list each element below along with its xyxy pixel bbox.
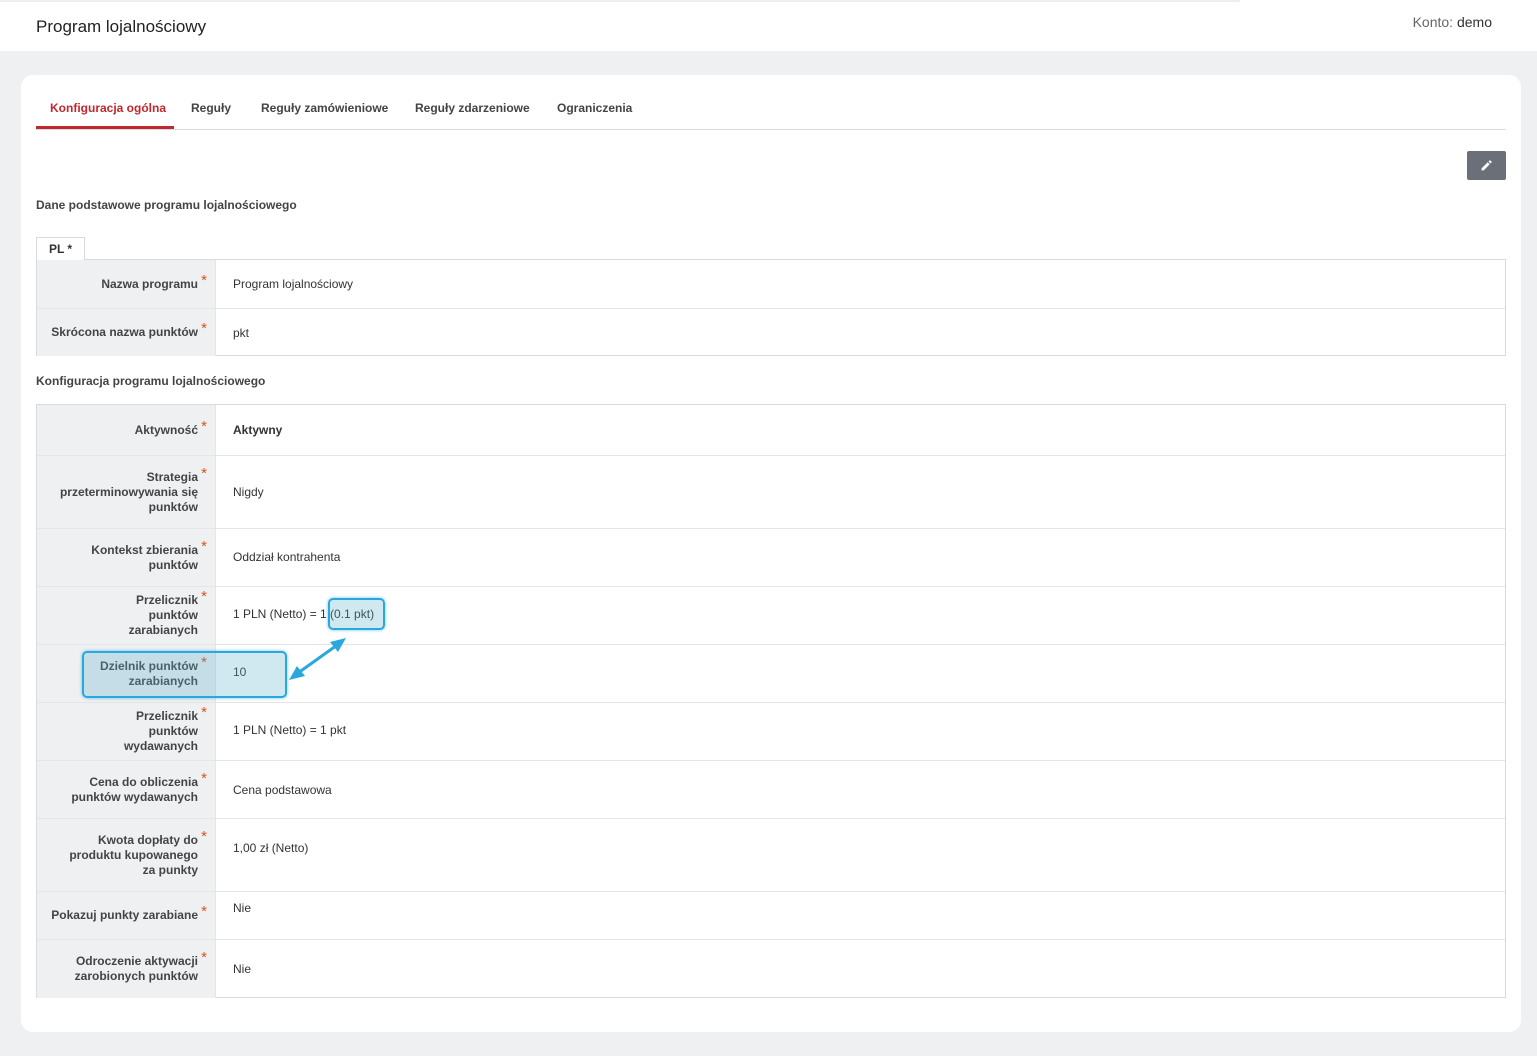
show-earned-points-value: Nie (233, 901, 252, 915)
spent-points-ratio-value: 1 PLN (Netto) = 1 pkt (233, 723, 347, 737)
spent-points-price-value: Cena podstawowa (233, 783, 332, 797)
form-row: Strategia przeterminowywania się punktów… (37, 455, 1505, 528)
field-label: Cena do obliczenia punktów wydawanych * (37, 761, 216, 818)
tab-order-rules[interactable]: Reguły zamówieniowe (261, 101, 388, 115)
config-table: Aktywność * Aktywny Strategia przetermino… (36, 404, 1506, 998)
form-row: Odroczenie aktywacji zarobionych punktów… (37, 939, 1505, 998)
earned-points-divisor-value: 10 (233, 665, 247, 679)
field-label: Kontekst zbierania punktów * (37, 529, 216, 586)
basic-data-table: Nazwa programu * Program lojalnościowy Sk… (36, 259, 1506, 356)
active-tab-indicator (36, 126, 174, 129)
language-tab-pl[interactable]: PL * (36, 237, 85, 260)
expiry-strategy-value: Nigdy (233, 485, 264, 499)
form-row: Nazwa programu * Program lojalnościowy (37, 260, 1505, 308)
form-row: Aktywność * Aktywny (37, 405, 1505, 455)
surcharge-value: 1,00 zł (Netto) (233, 841, 309, 855)
field-label: Nazwa programu * (37, 260, 216, 308)
field-label: Aktywność * (37, 405, 216, 455)
tab-rules[interactable]: Reguły (191, 101, 231, 115)
basic-section-title: Dane podstawowe programu lojalnościowego (36, 198, 297, 212)
form-row: Przelicznik punktów wydawanych * 1 PLN (N… (37, 702, 1505, 760)
field-label: Skrócona nazwa punktów * (37, 309, 216, 356)
tab-limits[interactable]: Ograniczenia (557, 101, 632, 115)
field-label: Odroczenie aktywacji zarobionych punktów… (37, 940, 216, 998)
main-card: Konfiguracja ogólna Reguły Reguły zamówi… (21, 75, 1521, 1032)
tab-general-config[interactable]: Konfiguracja ogólna (50, 101, 166, 115)
earned-points-highlight: (0.1 pkt) (330, 607, 375, 621)
top-divider (0, 0, 1240, 2)
activity-value: Aktywny (233, 423, 283, 437)
tab-event-rules[interactable]: Reguły zdarzeniowe (415, 101, 530, 115)
account-name: demo (1456, 14, 1492, 30)
form-row: Kontekst zbierania punktów * Oddział kont… (37, 528, 1505, 586)
field-label: Strategia przeterminowywania się punktów… (37, 456, 216, 528)
pencil-icon (1481, 160, 1492, 171)
activation-delay-value: Nie (233, 962, 252, 976)
field-label: Przelicznik punktów zarabianych * (37, 587, 216, 644)
top-bar: Program lojalnościowy Konto: demo (0, 0, 1537, 51)
program-name-value: Program lojalnościowy (233, 277, 354, 291)
field-label: Pokazuj punkty zarabiane * (37, 892, 216, 939)
page-title: Program lojalnościowy (36, 17, 207, 36)
form-row: Przelicznik punktów zarabianych * 1 PLN (… (37, 586, 1505, 644)
form-row: Kwota dopłaty do produktu kupowanego za … (37, 818, 1505, 891)
form-row: Cena do obliczenia punktów wydawanych * C… (37, 760, 1505, 818)
field-label: Przelicznik punktów wydawanych * (37, 703, 216, 760)
edit-button[interactable] (1467, 151, 1506, 180)
form-row: Dzielnik punktów zarabianych * 10 (37, 644, 1505, 702)
points-short-name-value: pkt (233, 326, 250, 340)
config-section-title: Konfiguracja programu lojalnościowego (36, 374, 266, 388)
collection-context-value: Oddział kontrahenta (233, 550, 341, 564)
tab-bar: Konfiguracja ogólna Reguły Reguły zamówi… (36, 92, 1506, 130)
field-label: Kwota dopłaty do produktu kupowanego za … (37, 819, 216, 891)
account-label: Konto: (1412, 14, 1454, 30)
form-row: Skrócona nazwa punktów * pkt (37, 308, 1505, 356)
form-row: Pokazuj punkty zarabiane * Nie (37, 891, 1505, 939)
account-info[interactable]: Konto: demo (1413, 14, 1492, 30)
field-label: Dzielnik punktów zarabianych * (37, 645, 216, 702)
earned-points-ratio-value: 1 PLN (Netto) = 1 (0.1 pkt) (233, 607, 375, 621)
